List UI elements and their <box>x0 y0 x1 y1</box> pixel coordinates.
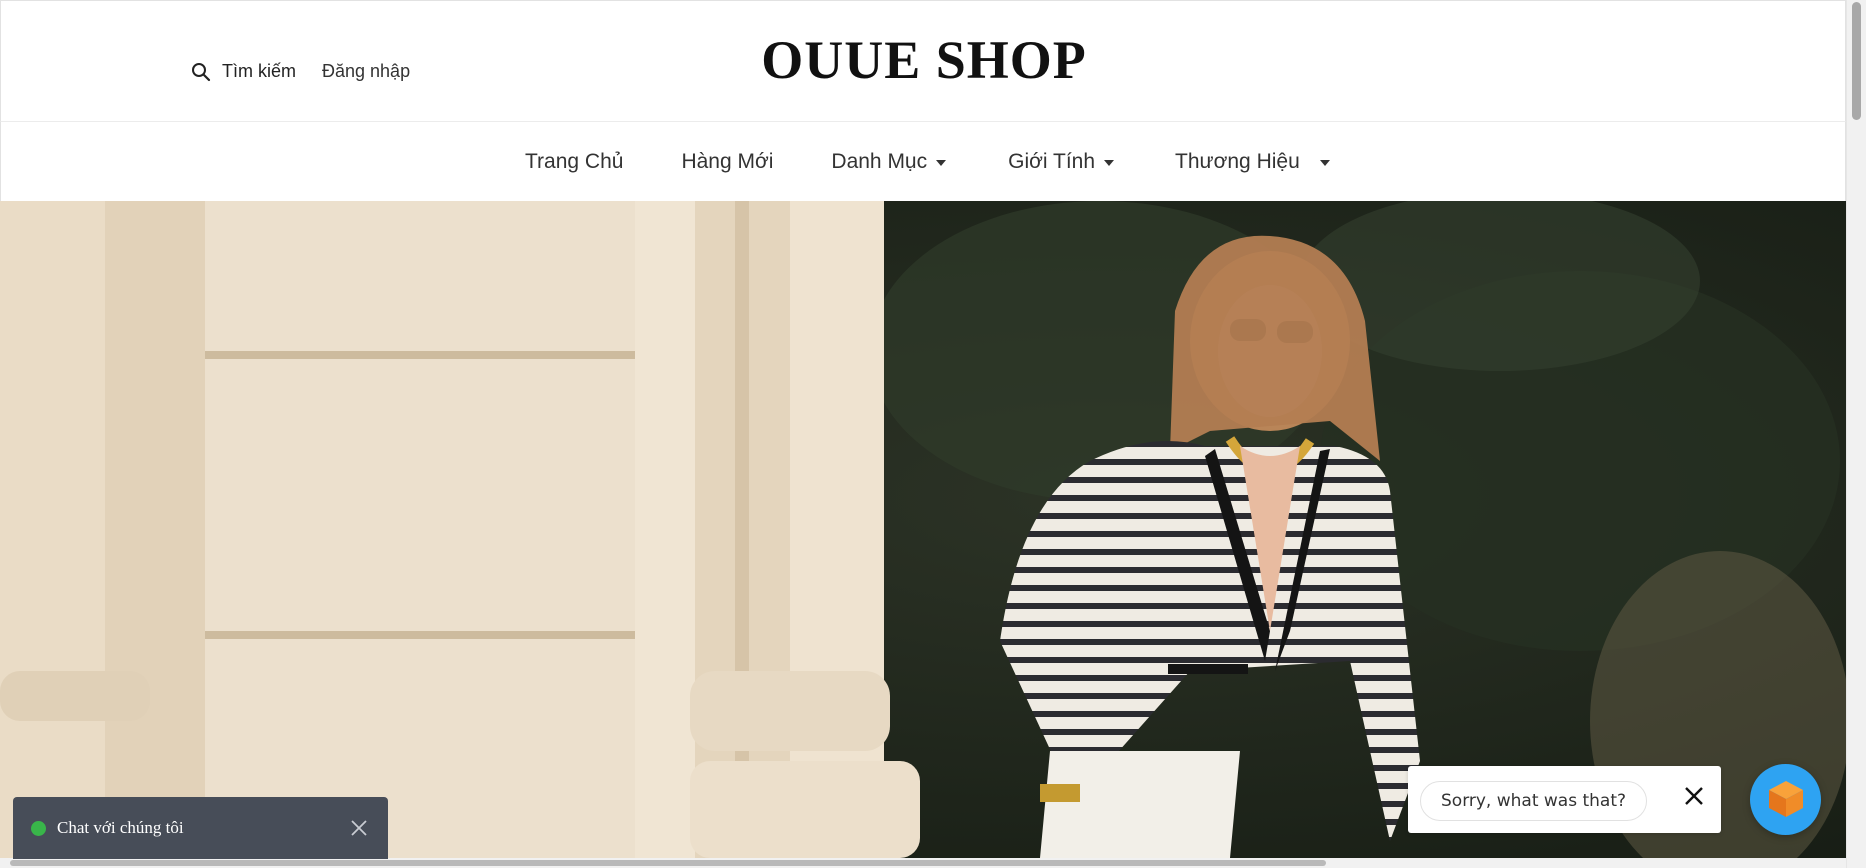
site-header: Tìm kiếm Đăng nhập OUUE SHOP <box>0 0 1846 122</box>
nav-item-label: Trang Chủ <box>525 150 624 173</box>
online-status-dot <box>31 820 46 836</box>
brand-logo[interactable]: OUUE SHOP <box>1 29 1847 91</box>
nav-item-label: Danh Mục <box>831 150 928 173</box>
nav-item-brands[interactable]: Thương Hiệu <box>1175 150 1330 174</box>
assistant-message[interactable]: Sorry, what was that? <box>1420 781 1648 821</box>
chat-launcher-button[interactable] <box>1750 764 1821 835</box>
chevron-down-icon <box>936 160 947 166</box>
chat-widget-bar[interactable]: Chat với chúng tôi <box>13 797 388 859</box>
vertical-scrollbar-thumb[interactable] <box>1852 2 1861 120</box>
cube-icon <box>1769 781 1803 817</box>
nav-item-home[interactable]: Trang Chủ <box>525 150 623 174</box>
nav-item-new-arrivals[interactable]: Hàng Mới <box>681 150 773 174</box>
nav-item-label: Giới Tính <box>1008 150 1096 173</box>
chevron-down-icon <box>1319 160 1330 166</box>
nav-item-gender[interactable]: Giới Tính <box>1008 150 1115 174</box>
horizontal-scrollbar[interactable] <box>0 858 1846 868</box>
chevron-down-icon <box>1104 160 1115 166</box>
main-nav: Trang Chủ Hàng Mới Danh Mục Giới Tính Th… <box>0 122 1846 201</box>
horizontal-scrollbar-thumb[interactable] <box>10 860 1326 866</box>
hero-image <box>0 201 1846 858</box>
chat-widget-label: Chat với chúng tôi <box>57 818 184 837</box>
close-icon[interactable] <box>348 817 370 839</box>
nav-item-label: Hàng Mới <box>681 150 774 173</box>
hero-banner[interactable] <box>0 201 1846 858</box>
close-icon[interactable] <box>1681 783 1707 809</box>
nav-item-categories[interactable]: Danh Mục <box>831 150 947 174</box>
nav-item-label: Thương Hiệu <box>1175 150 1300 173</box>
vertical-scrollbar[interactable] <box>1846 0 1866 868</box>
assistant-message-popup: Sorry, what was that? <box>1408 766 1721 833</box>
